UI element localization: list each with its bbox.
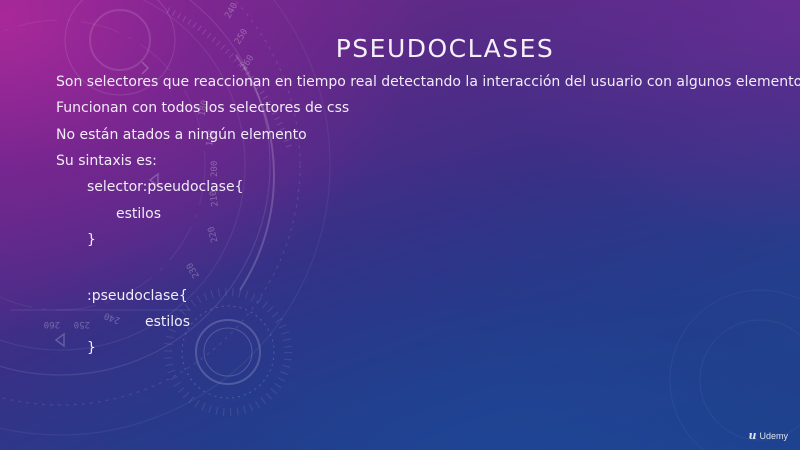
udemy-logo-icon: u [748, 429, 757, 442]
udemy-watermark: u Udemy [748, 429, 788, 442]
dial-number: 240 [103, 310, 122, 325]
dial-number: 260 [44, 319, 60, 329]
code2-body: estilos [145, 314, 191, 330]
dial-number: 200 [210, 161, 220, 177]
slide: 260 250 240 230 220 210 200 190 180 240 … [0, 0, 800, 450]
bullet-line-3: No están atados a ningún elemento [56, 127, 307, 143]
bullet-line-4: Su sintaxis es: [56, 153, 157, 169]
dial-number: 250 [74, 319, 90, 329]
slide-title: PSEUDOCLASES [335, 34, 555, 63]
udemy-watermark-text: Udemy [759, 430, 788, 441]
dial-number: 240 [223, 1, 240, 20]
bullet-line-1: Son selectores que reaccionan en tiempo … [56, 74, 800, 90]
code1-open: selector:pseudoclase{ [87, 179, 244, 195]
code2-close: } [87, 340, 96, 356]
code1-close: } [87, 232, 96, 248]
background-dial-decoration: 260 250 240 230 220 210 200 190 180 240 … [0, 0, 800, 450]
code2-open: :pseudoclase{ [87, 288, 188, 304]
code1-body: estilos [116, 206, 162, 222]
dial-number: 230 [185, 261, 202, 280]
dial-number: 220 [207, 225, 221, 243]
bullet-line-2: Funcionan con todos los selectores de cs… [56, 100, 350, 116]
